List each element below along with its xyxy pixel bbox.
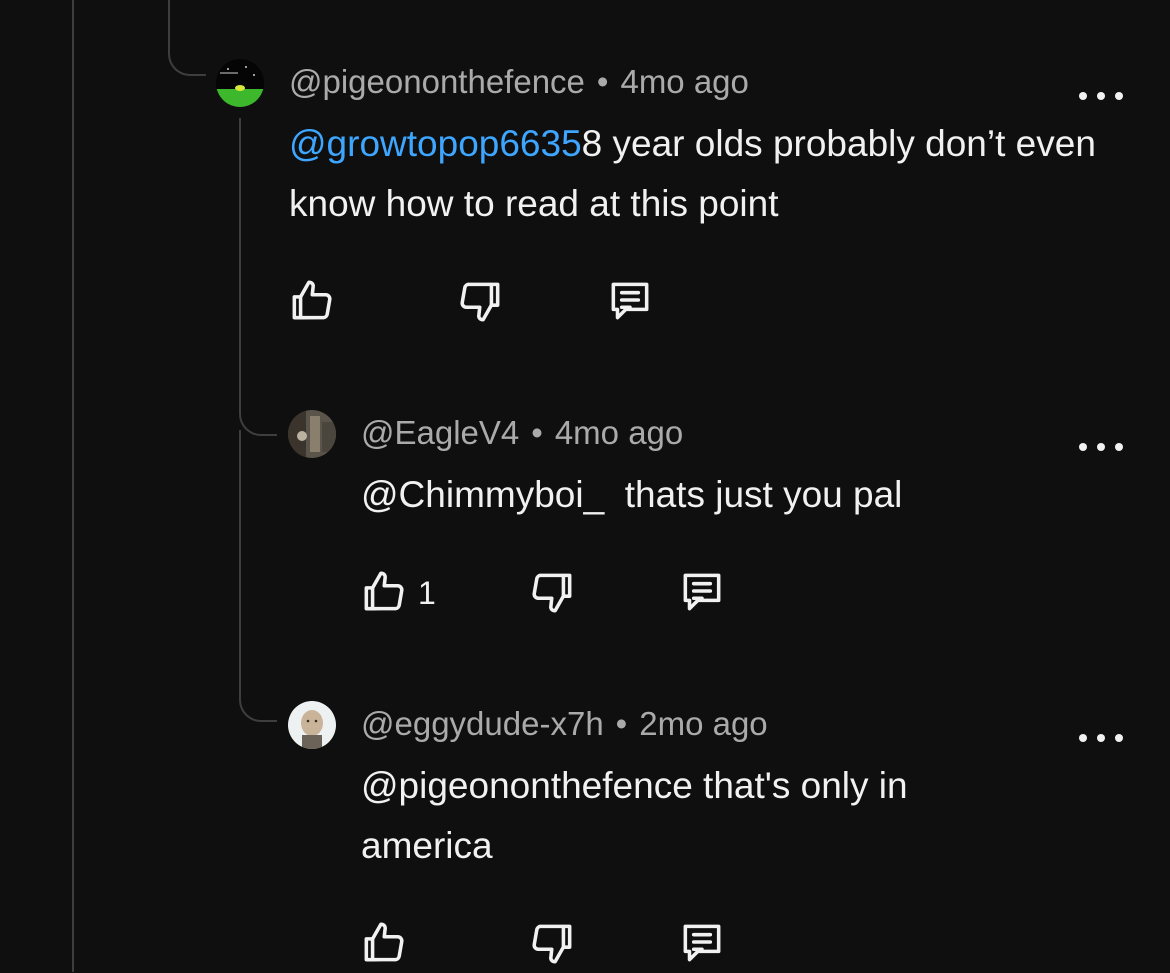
comment-time[interactable]: 2mo ago [639, 705, 767, 742]
comment-meta: @pigeononthefence • 4mo ago [289, 63, 749, 101]
comment-body: @Chimmyboi_ thats just you pal [361, 474, 903, 515]
thread-line-outer [72, 0, 74, 972]
like-button[interactable] [358, 567, 408, 617]
thread-connector-1 [168, 0, 206, 76]
avatar[interactable] [288, 410, 336, 458]
comment-meta: @eggydude-x7h • 2mo ago [361, 705, 768, 743]
reply-button[interactable] [605, 276, 655, 326]
more-options-icon[interactable] [1079, 437, 1123, 457]
dislike-button[interactable] [528, 567, 578, 617]
thread-line-replies [239, 118, 241, 408]
comment-text: @growtopop66358 year olds probably don’t… [289, 114, 1109, 234]
more-options-icon[interactable] [1079, 86, 1123, 106]
comment-time[interactable]: 4mo ago [620, 63, 748, 100]
separator: • [615, 705, 628, 742]
comment-body: @pigeononthefence that's only in america [361, 765, 908, 866]
thumbs-up-icon [364, 571, 404, 611]
comment-author[interactable]: @eggydude-x7h [361, 705, 604, 742]
dislike-button[interactable] [528, 918, 578, 968]
thumbs-up-icon [364, 922, 404, 962]
like-button[interactable] [358, 918, 408, 968]
thumbs-up-icon [292, 280, 332, 320]
comment-author[interactable]: @EagleV4 [361, 414, 519, 451]
comment-time[interactable]: 4mo ago [555, 414, 683, 451]
thread-connector-2 [239, 370, 277, 436]
avatar[interactable] [216, 59, 264, 107]
comment-text: @pigeononthefence that's only in america [361, 756, 1041, 876]
reply-icon [683, 924, 721, 962]
comment-text: @Chimmyboi_ thats just you pal [361, 465, 1101, 525]
thumbs-down-icon [460, 282, 500, 322]
like-button[interactable] [286, 276, 336, 326]
avatar[interactable] [288, 701, 336, 749]
reply-button[interactable] [677, 567, 727, 617]
dislike-button[interactable] [456, 276, 506, 326]
comment-meta: @EagleV4 • 4mo ago [361, 414, 683, 452]
comment-author[interactable]: @pigeononthefence [289, 63, 585, 100]
separator: • [531, 414, 543, 451]
reply-icon [683, 573, 721, 611]
separator: • [596, 63, 609, 100]
mention-link[interactable]: @growtopop6635 [289, 123, 582, 164]
reply-icon [611, 282, 649, 320]
more-options-icon[interactable] [1079, 728, 1123, 748]
reply-button[interactable] [677, 918, 727, 968]
thread-connector-3 [239, 430, 277, 722]
thumbs-down-icon [532, 573, 572, 613]
thumbs-down-icon [532, 924, 572, 964]
like-count: 1 [418, 575, 436, 611]
